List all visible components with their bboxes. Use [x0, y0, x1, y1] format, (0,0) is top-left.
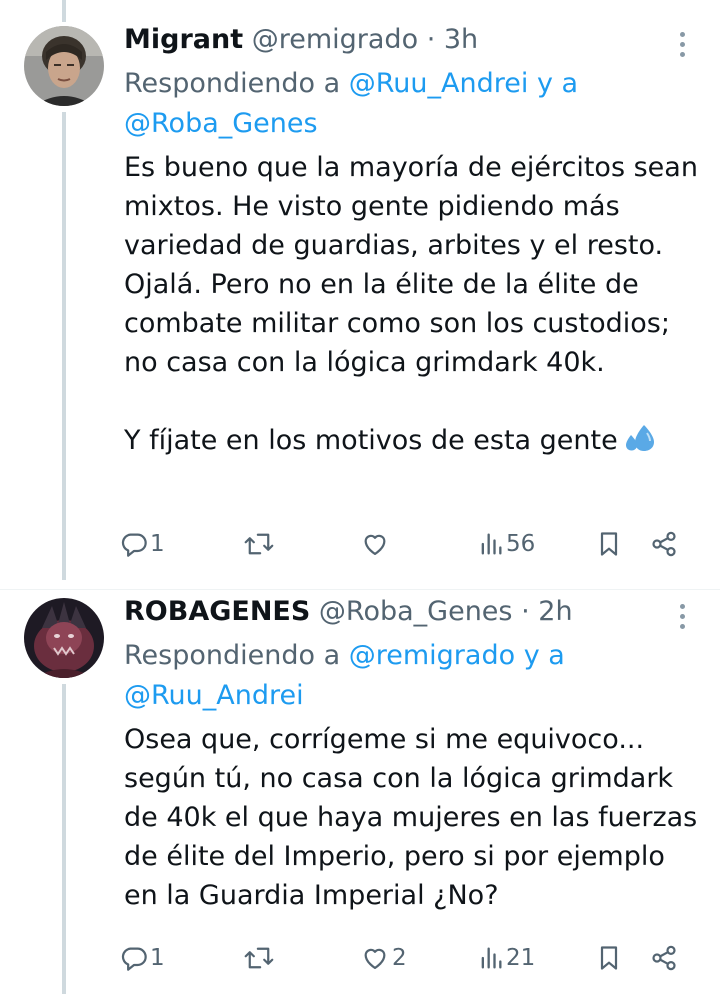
timestamp[interactable]: 3h: [444, 24, 478, 55]
mention-link[interactable]: @Ruu_Andrei: [124, 680, 304, 711]
display-name[interactable]: ROBAGENES: [124, 596, 310, 627]
like-icon: [364, 948, 386, 970]
replying-to: Respondiendo a @Ruu_Andrei y a @Roba_Gen…: [124, 64, 684, 144]
bookmark-icon: [600, 532, 618, 556]
bookmark-icon: [600, 946, 618, 970]
views-icon: [481, 533, 502, 555]
tweet-header: Migrant @remigrado · 3h: [124, 22, 660, 58]
bookmark-button[interactable]: [596, 938, 622, 978]
retweet-icon: [244, 947, 274, 969]
more-icon[interactable]: [676, 598, 688, 634]
like-icon: [364, 534, 386, 556]
timestamp[interactable]: 2h: [538, 596, 572, 627]
display-name[interactable]: Migrant: [124, 24, 243, 55]
share-icon: [652, 531, 676, 557]
mention-link[interactable]: @Roba_Genes: [124, 108, 318, 139]
tweet-remigrado[interactable]: Migrant @remigrado · 3h Respondiendo a @…: [0, 0, 720, 590]
separator-dot: ·: [521, 596, 530, 627]
sweat-droplets-emoji: [624, 423, 656, 464]
tweet-text-content: Es bueno que la mayoría de ejércitos sea…: [124, 152, 698, 456]
views-button[interactable]: 21: [478, 938, 535, 978]
tweet-roba-genes[interactable]: ROBAGENES @Roba_Genes · 2h Respondiendo …: [0, 590, 720, 994]
user-handle[interactable]: @Roba_Genes: [319, 596, 513, 627]
retweet-button[interactable]: [244, 524, 276, 564]
share-button[interactable]: [650, 524, 678, 564]
mention-link[interactable]: @Ruu_Andrei: [349, 68, 529, 99]
reply-button[interactable]: 1: [120, 938, 165, 978]
retweet-icon: [244, 533, 274, 555]
share-button[interactable]: [650, 938, 678, 978]
avatar-robagenes[interactable]: [24, 598, 104, 678]
reply-count: 1: [150, 945, 165, 971]
reply-button[interactable]: 1: [120, 524, 165, 564]
reply-prefix: Respondiendo a: [124, 68, 341, 99]
retweet-button[interactable]: [244, 938, 276, 978]
tweet-text: Osea que, corrígeme si me equivoco... se…: [124, 724, 698, 911]
views-icon: [481, 947, 502, 969]
mention-link[interactable]: @remigrado: [349, 640, 515, 671]
avatar-migrant[interactable]: [24, 26, 104, 106]
tweet-actions: 1 56: [120, 524, 690, 564]
share-icon: [652, 945, 676, 971]
views-button[interactable]: 56: [478, 524, 535, 564]
tweet-header: ROBAGENES @Roba_Genes · 2h: [124, 594, 660, 630]
reply-conjunction[interactable]: y a: [524, 640, 565, 671]
tweet-text: Es bueno que la mayoría de ejércitos sea…: [124, 148, 704, 464]
like-button[interactable]: [360, 524, 392, 564]
replying-to: Respondiendo a @remigrado y a @Ruu_Andre…: [124, 636, 684, 716]
tweet-actions: 1 2 21: [120, 938, 690, 978]
user-handle[interactable]: @remigrado: [252, 24, 418, 55]
reply-count: 1: [150, 531, 165, 557]
reply-icon: [121, 947, 147, 971]
like-button[interactable]: 2: [360, 938, 407, 978]
separator-dot: ·: [426, 24, 436, 55]
reply-icon: [121, 533, 147, 557]
reply-prefix: Respondiendo a: [124, 640, 341, 671]
like-count: 2: [392, 945, 407, 971]
bookmark-button[interactable]: [596, 524, 622, 564]
view-count: 56: [506, 531, 536, 557]
reply-conjunction[interactable]: y a: [537, 68, 578, 99]
view-count: 21: [506, 945, 536, 971]
more-icon[interactable]: [676, 26, 688, 62]
